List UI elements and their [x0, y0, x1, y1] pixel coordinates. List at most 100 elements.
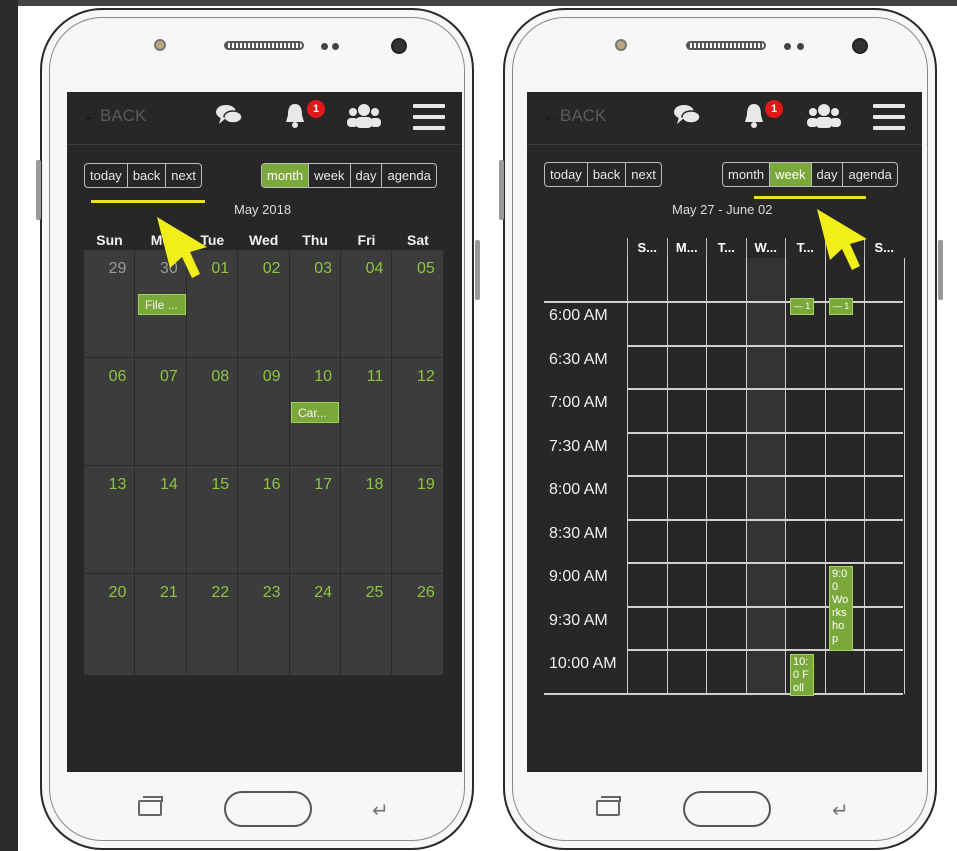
day-cell[interactable]: 22	[186, 574, 239, 676]
day-cell[interactable]: 19	[392, 466, 444, 574]
grid-line	[627, 518, 903, 521]
calendar-event[interactable]: Car...	[291, 402, 339, 423]
chat-bubbles-icon[interactable]	[673, 102, 701, 136]
back-nav-icon[interactable]: ↵	[372, 798, 389, 823]
time-slot-label: 8:00 AM	[549, 481, 608, 498]
grid-line	[627, 431, 903, 434]
day-cell[interactable]: 04	[341, 250, 393, 358]
day-cell[interactable]: 21	[135, 574, 187, 676]
calendar-event[interactable]: 10:0 Foll	[790, 654, 814, 696]
highlight-underline	[754, 196, 866, 199]
hamburger-menu-icon[interactable]	[873, 104, 905, 130]
day-cell[interactable]: 05	[392, 250, 444, 358]
group-users-icon[interactable]	[807, 102, 841, 138]
day-cell[interactable]: 12	[392, 358, 444, 466]
agenda-view-button[interactable]: agenda	[382, 164, 435, 187]
next-button[interactable]: next	[166, 164, 201, 187]
hamburger-menu-icon[interactable]	[413, 104, 445, 130]
week-day-header[interactable]: S...	[627, 238, 667, 258]
back-nav-button[interactable]: back	[128, 164, 167, 187]
agenda-view-button[interactable]: agenda	[843, 163, 896, 186]
day-cell[interactable]: 23	[238, 574, 290, 676]
day-cell[interactable]: 26	[392, 574, 444, 676]
day-number: 08	[211, 368, 230, 385]
day-cell[interactable]: 15	[186, 466, 239, 574]
month-view-button[interactable]: month	[262, 164, 310, 187]
app-screen: ←BACK 1 today back next month week day a…	[67, 92, 462, 772]
notification-badge: 1	[765, 100, 783, 118]
week-title: May 27 - June 02	[672, 202, 773, 217]
recent-apps-icon[interactable]	[596, 796, 621, 816]
view-button-group: month week day agenda	[722, 162, 898, 187]
week-view-button[interactable]: week	[309, 164, 351, 187]
next-button[interactable]: next	[626, 163, 661, 186]
week-day-header[interactable]: T...	[706, 238, 746, 258]
day-number: 25	[365, 584, 384, 601]
weekday-header: Wed	[249, 232, 279, 248]
day-cell[interactable]: 18	[341, 466, 393, 574]
day-cell[interactable]: 09	[238, 358, 290, 466]
day-cell[interactable]: 03	[289, 250, 341, 358]
time-slot-label: 6:00 AM	[549, 307, 608, 324]
power-button	[938, 240, 943, 300]
view-button-group: month week day agenda	[261, 163, 437, 188]
day-number: 29	[108, 260, 127, 277]
calendar-event[interactable]: — 1	[829, 298, 853, 315]
back-button[interactable]: ←BACK	[543, 106, 606, 126]
grid-line	[627, 475, 903, 477]
bell-icon[interactable]	[742, 102, 766, 138]
day-cell[interactable]: 29	[84, 250, 136, 358]
nav-button-group: today back next	[544, 162, 662, 187]
day-cell[interactable]: 24	[289, 574, 341, 676]
bell-icon[interactable]	[283, 102, 307, 138]
calendar-event[interactable]: 9:00 Workshop	[829, 566, 853, 651]
sensor-icon	[615, 39, 627, 51]
background-left	[0, 0, 18, 851]
day-cell[interactable]: 11	[341, 358, 393, 466]
day-number: 19	[416, 476, 435, 493]
day-number: 13	[108, 476, 127, 493]
home-button[interactable]	[683, 791, 771, 827]
day-number: 02	[262, 260, 281, 277]
day-view-button[interactable]: day	[351, 164, 383, 187]
day-cell[interactable]: 25	[341, 574, 393, 676]
back-label: BACK	[100, 106, 147, 125]
grid-line	[627, 562, 903, 564]
week-day-header[interactable]: W...	[745, 238, 786, 258]
back-nav-icon[interactable]: ↵	[832, 798, 849, 823]
day-cell[interactable]: 13	[84, 466, 136, 574]
home-button[interactable]	[224, 791, 312, 827]
week-day-header[interactable]: M...	[666, 238, 707, 258]
today-button[interactable]: today	[85, 164, 128, 187]
weekday-header: Thu	[302, 232, 328, 248]
group-users-icon[interactable]	[347, 102, 381, 138]
pointer-arrow-icon	[157, 217, 207, 278]
day-number: 10	[314, 368, 332, 385]
day-cell[interactable]: 07	[135, 358, 187, 466]
recent-apps-icon[interactable]	[138, 796, 163, 816]
day-cell[interactable]: 02	[238, 250, 290, 358]
chat-bubbles-icon[interactable]	[215, 102, 243, 136]
day-cell[interactable]: 16	[238, 466, 290, 574]
back-button[interactable]: ←BACK	[83, 106, 146, 126]
day-cell[interactable]: 14	[135, 466, 187, 574]
front-camera-icon	[852, 38, 868, 54]
phone-month-view: ←BACK 1 today back next month week day a…	[36, 8, 480, 850]
time-slot-label: 9:00 AM	[549, 568, 608, 585]
speaker-grille	[224, 41, 304, 50]
back-nav-button[interactable]: back	[588, 163, 627, 186]
calendar-event[interactable]: — 1	[790, 298, 814, 315]
week-view-button[interactable]: week	[770, 163, 812, 186]
app-header: ←BACK 1	[527, 92, 922, 145]
day-cell[interactable]: 20	[84, 574, 136, 676]
day-cell[interactable]: 08	[186, 358, 239, 466]
speaker-grille	[686, 41, 766, 50]
today-button[interactable]: today	[545, 163, 588, 186]
grid-line	[544, 692, 903, 695]
grid-line	[627, 388, 903, 390]
day-cell[interactable]: 17	[289, 466, 341, 574]
day-cell[interactable]: 06	[84, 358, 136, 466]
day-view-button[interactable]: day	[812, 163, 844, 186]
calendar-event[interactable]: File ...	[138, 294, 186, 315]
month-view-button[interactable]: month	[723, 163, 771, 186]
